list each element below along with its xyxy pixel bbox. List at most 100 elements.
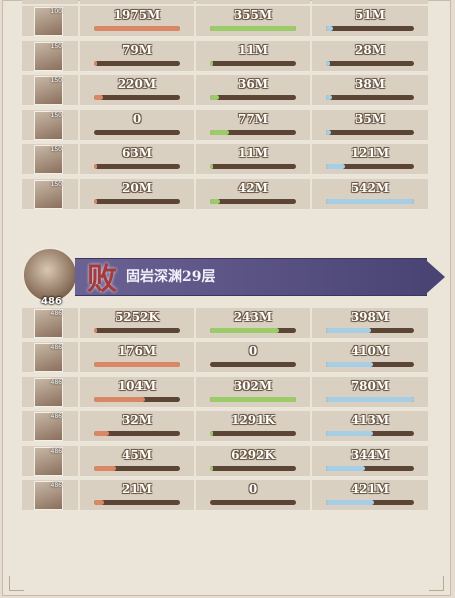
healing-bar	[326, 26, 414, 31]
healing-cell: 421M	[312, 480, 428, 511]
hero-level: 150	[50, 43, 62, 50]
healing-value: 121M	[350, 146, 390, 160]
cell-remnant	[196, 0, 310, 4]
healing-value: 421M	[350, 482, 390, 496]
hero-level: 150	[50, 77, 62, 84]
damage-dealt-value: 1975M	[113, 8, 161, 22]
cell-remnant	[312, 0, 428, 4]
damage-dealt-bar	[94, 466, 180, 471]
damage-taken-value: 1291K	[231, 413, 275, 427]
avatar-cell: 486	[22, 308, 78, 339]
hero-stats-row[interactable]: 100 1975M 355M 51M	[22, 6, 428, 37]
damage-dealt-cell: 20M	[80, 179, 194, 210]
damage-taken-value: 36M	[238, 77, 268, 91]
healing-cell: 410M	[312, 342, 428, 373]
damage-taken-bar	[210, 95, 296, 100]
hero-stats-row[interactable]: 486 21M 0 421M	[22, 480, 428, 511]
damage-dealt-bar	[94, 26, 180, 31]
hero-avatar[interactable]: 486	[34, 412, 63, 441]
damage-taken-fill	[210, 26, 296, 31]
damage-taken-fill	[210, 328, 279, 333]
healing-cell: 28M	[312, 41, 428, 72]
hero-stats-row[interactable]: 486 176M 0 410M	[22, 342, 428, 373]
damage-taken-cell: 243M	[196, 308, 310, 339]
hero-stats-row[interactable]: 486 45M 6292K 344M	[22, 446, 428, 477]
damage-dealt-value: 63M	[122, 146, 152, 160]
cell-remnant	[22, 0, 78, 4]
damage-dealt-cell: 104M	[80, 377, 194, 408]
opponent-leader-level: 486	[41, 296, 62, 307]
battle-result-defeat: 败	[87, 262, 117, 297]
damage-taken-bar	[210, 397, 296, 402]
damage-taken-value: 0	[248, 482, 258, 496]
hero-stats-row[interactable]: 486 5252K 243M 398M	[22, 308, 428, 339]
hero-avatar[interactable]: 486	[34, 481, 63, 510]
hero-stats-row[interactable]: 150 63M 11M 121M	[22, 144, 428, 175]
healing-cell: 121M	[312, 144, 428, 175]
damage-taken-cell: 0	[196, 480, 310, 511]
hero-stats-row[interactable]: 150 0 77M 35M	[22, 110, 428, 141]
hero-stats-row[interactable]: 486 32M 1291K 413M	[22, 411, 428, 442]
hero-level: 150	[50, 146, 62, 153]
damage-taken-bar	[210, 466, 296, 471]
healing-bar	[326, 61, 414, 66]
damage-dealt-value: 176M	[117, 344, 157, 358]
hero-avatar[interactable]: 486	[34, 378, 63, 407]
healing-bar	[326, 199, 414, 204]
opponent-leader-avatar[interactable]	[22, 247, 78, 303]
hero-level: 150	[50, 181, 62, 188]
hero-avatar[interactable]: 150	[34, 42, 63, 71]
hero-stats-row[interactable]: 150 79M 11M 28M	[22, 41, 428, 72]
healing-bar	[326, 466, 414, 471]
avatar-cell: 150	[22, 144, 78, 175]
damage-taken-bar	[210, 199, 296, 204]
damage-dealt-cell: 63M	[80, 144, 194, 175]
avatar-cell: 150	[22, 75, 78, 106]
hero-level: 150	[50, 112, 62, 119]
healing-value: 410M	[350, 344, 390, 358]
damage-dealt-fill	[94, 95, 104, 100]
healing-fill	[326, 466, 365, 471]
damage-dealt-value: 220M	[117, 77, 157, 91]
damage-taken-fill	[210, 431, 214, 436]
healing-fill	[326, 95, 333, 100]
damage-taken-cell: 11M	[196, 41, 310, 72]
hero-stats-row[interactable]: 150 220M 36M 38M	[22, 75, 428, 106]
healing-bar	[326, 130, 414, 135]
hero-stats-row[interactable]: 150 20M 42M 542M	[22, 179, 428, 210]
damage-dealt-cell: 32M	[80, 411, 194, 442]
damage-dealt-cell: 176M	[80, 342, 194, 373]
stage-name: 固岩深渊29层	[126, 269, 216, 285]
damage-dealt-bar	[94, 61, 180, 66]
hero-avatar[interactable]: 486	[34, 343, 63, 372]
hero-avatar[interactable]: 150	[34, 145, 63, 174]
healing-fill	[326, 362, 373, 367]
damage-dealt-value: 20M	[122, 181, 152, 195]
avatar-cell: 486	[22, 342, 78, 373]
healing-value: 398M	[350, 310, 390, 324]
hero-avatar[interactable]: 100	[34, 7, 63, 36]
damage-dealt-fill	[94, 164, 98, 169]
damage-taken-fill	[210, 95, 219, 100]
hero-avatar[interactable]: 150	[34, 76, 63, 105]
damage-taken-value: 355M	[233, 8, 273, 22]
hero-stats-row[interactable]: 486 104M 302M 780M	[22, 377, 428, 408]
damage-dealt-bar	[94, 164, 180, 169]
damage-dealt-bar	[94, 500, 180, 505]
damage-dealt-cell: 5252K	[80, 308, 194, 339]
hero-avatar[interactable]: 150	[34, 180, 63, 209]
healing-fill	[326, 130, 332, 135]
damage-taken-value: 11M	[238, 43, 268, 57]
hero-avatar[interactable]: 486	[34, 309, 63, 338]
damage-dealt-bar	[94, 130, 180, 135]
healing-bar	[326, 362, 414, 367]
hero-avatar[interactable]: 486	[34, 447, 63, 476]
healing-value: 35M	[355, 112, 385, 126]
damage-taken-bar	[210, 431, 296, 436]
hero-avatar[interactable]: 150	[34, 111, 63, 140]
avatar-cell: 486	[22, 446, 78, 477]
hero-level: 486	[50, 413, 62, 420]
damage-dealt-cell: 220M	[80, 75, 194, 106]
avatar-cell: 100	[22, 6, 78, 37]
damage-dealt-cell: 1975M	[80, 6, 194, 37]
